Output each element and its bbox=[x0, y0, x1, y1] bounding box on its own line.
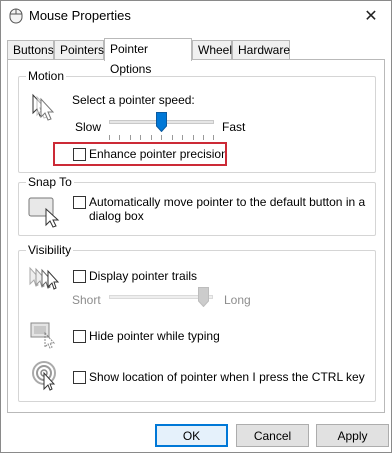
mouse-properties-window: Mouse Properties ✕ Buttons Pointers Poin… bbox=[0, 0, 392, 453]
mouse-icon bbox=[9, 8, 23, 24]
highlight-box bbox=[53, 142, 227, 166]
tab-strip: Buttons Pointers Pointer Options Wheel H… bbox=[7, 38, 387, 76]
speed-ticks bbox=[109, 135, 214, 141]
cancel-button[interactable]: Cancel bbox=[236, 424, 309, 447]
tab-pointer-options[interactable]: Pointer Options bbox=[104, 38, 192, 76]
trails-slider-thumb[interactable] bbox=[197, 287, 209, 307]
speed-label: Select a pointer speed: bbox=[72, 93, 195, 107]
hide-pointer-checkbox[interactable] bbox=[73, 330, 86, 343]
hide-pointer-icon bbox=[30, 322, 56, 349]
visibility-legend: Visibility bbox=[26, 243, 74, 257]
short-label: Short bbox=[72, 293, 101, 307]
fast-label: Fast bbox=[222, 120, 246, 134]
long-label: Long bbox=[224, 293, 251, 307]
snap-to-label-line1[interactable]: Automatically move pointer to the defaul… bbox=[89, 195, 365, 209]
pointer-trails-label[interactable]: Display pointer trails bbox=[89, 269, 197, 283]
tab-wheel[interactable]: Wheel bbox=[192, 40, 232, 60]
tab-buttons[interactable]: Buttons bbox=[7, 40, 54, 60]
apply-button[interactable]: Apply bbox=[316, 424, 389, 447]
snap-to-label-line2[interactable]: dialog box bbox=[89, 209, 144, 223]
speed-slider-thumb[interactable] bbox=[156, 112, 167, 132]
show-location-icon bbox=[32, 361, 56, 391]
tab-pointers[interactable]: Pointers bbox=[54, 40, 104, 60]
snap-to-group: Snap To bbox=[18, 175, 376, 236]
title-bar: Mouse Properties ✕ bbox=[1, 1, 391, 31]
pointer-trails-icon bbox=[29, 266, 60, 290]
show-location-label[interactable]: Show location of pointer when I press th… bbox=[89, 370, 365, 384]
pointer-trails-checkbox[interactable] bbox=[73, 270, 86, 283]
ok-button[interactable]: OK bbox=[155, 424, 228, 447]
snap-to-checkbox[interactable] bbox=[73, 196, 86, 209]
window-title: Mouse Properties bbox=[29, 8, 131, 23]
snap-to-icon bbox=[28, 197, 60, 228]
hide-pointer-label[interactable]: Hide pointer while typing bbox=[89, 329, 220, 343]
slow-label: Slow bbox=[75, 120, 102, 134]
tab-hardware[interactable]: Hardware bbox=[232, 40, 290, 60]
close-button[interactable]: ✕ bbox=[355, 3, 387, 29]
snap-to-legend: Snap To bbox=[26, 175, 74, 189]
show-location-checkbox[interactable] bbox=[73, 371, 86, 384]
motion-legend: Motion bbox=[26, 69, 67, 83]
pointer-speed-icon bbox=[32, 93, 55, 121]
